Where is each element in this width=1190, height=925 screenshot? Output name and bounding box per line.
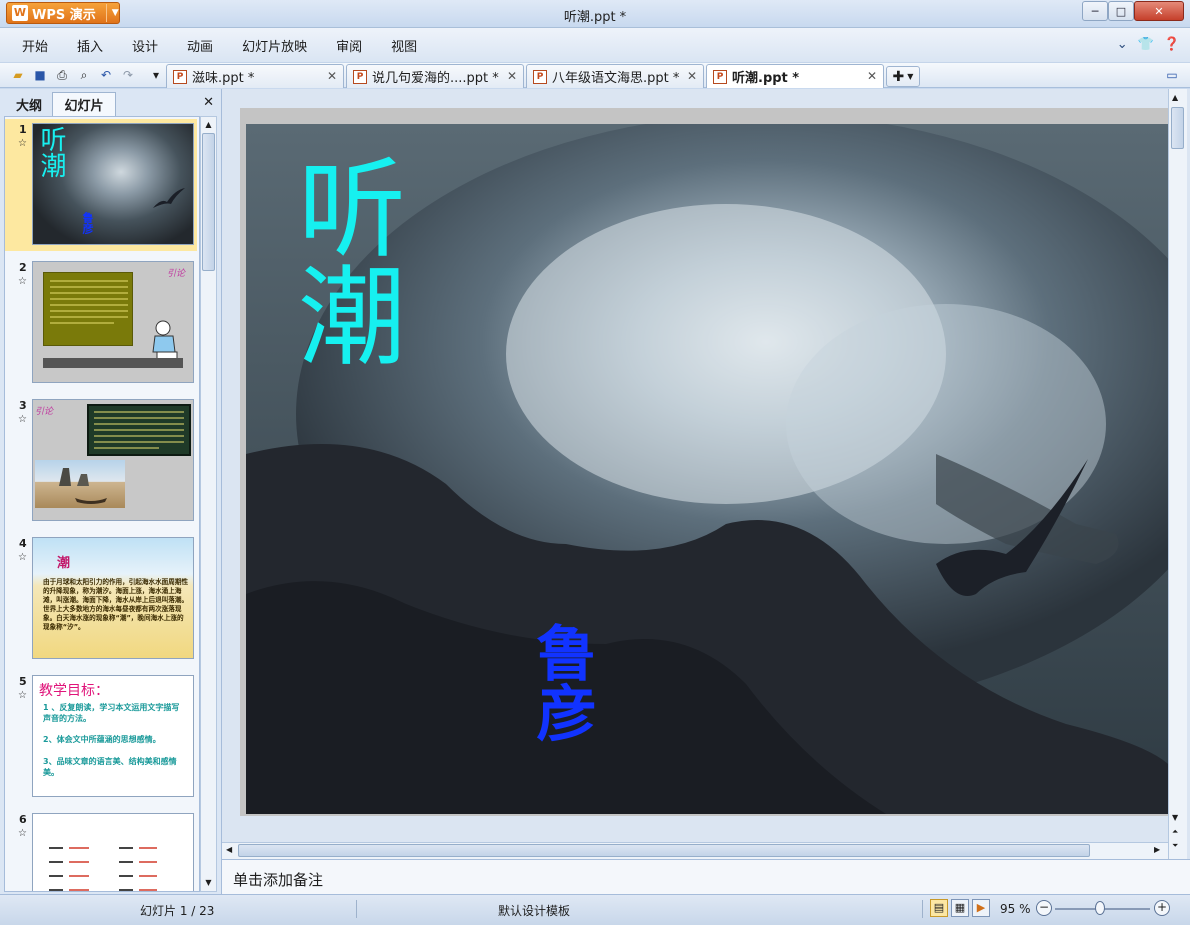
thumb-body-text: 由于月球和太阳引力的作用，引起海水水面周期性的升降现象，称为潮汐。海面上涨，海水… — [43, 578, 189, 631]
undo-icon[interactable]: ↶ — [98, 67, 114, 83]
close-pane-icon[interactable]: ✕ — [203, 95, 214, 110]
open-folder-icon[interactable]: ▰ — [10, 67, 26, 83]
zoom-slider-thumb[interactable] — [1095, 901, 1105, 915]
ppt-file-icon: P — [353, 69, 367, 84]
close-tab-icon[interactable]: ✕ — [867, 69, 877, 83]
ribbon-collapse-icon[interactable]: ⌄ — [1117, 37, 1128, 52]
slide-thumbnail-6[interactable]: 6 ☆ — [5, 809, 197, 891]
menu-animation[interactable]: 动画 — [175, 36, 230, 55]
thumb-item: 3、品味文章的语言美、结构美和感情美。 — [43, 757, 177, 777]
thumb-tag: 引论 — [35, 407, 54, 417]
animation-star-icon: ☆ — [18, 552, 27, 563]
zoom-out-icon[interactable]: − — [1036, 900, 1052, 916]
slideshow-view-icon[interactable]: ▶ — [972, 899, 990, 917]
slide-thumbnail-4[interactable]: 4 ☆ 潮 由于月球和太阳引力的作用，引起海水水面周期性的升降现象，称为潮汐。海… — [5, 533, 197, 665]
doc-tab-3[interactable]: P 八年级语文海思.ppt * ✕ — [526, 64, 704, 88]
slide-thumbnail-1[interactable]: 1 ☆ 听潮 鲁彦 — [5, 119, 197, 251]
tab-outline[interactable]: 大纲 — [6, 92, 52, 116]
save-icon[interactable]: ■ — [32, 67, 48, 83]
menu-design[interactable]: 设计 — [120, 36, 175, 55]
slide-title[interactable]: 听潮 — [280, 152, 408, 368]
doc-tab-2[interactable]: P 说几句爱海的....ppt * ✕ — [346, 64, 524, 88]
next-slide-icon[interactable]: ⏷ — [1172, 841, 1178, 851]
slide-sorter-view-icon[interactable]: ▦ — [951, 899, 969, 917]
design-template-label: 默认设计模板 — [498, 904, 571, 918]
animation-star-icon: ☆ — [18, 138, 27, 149]
slide-thumbnail-3[interactable]: 3 ☆ 引论 — [5, 395, 197, 527]
menu-home[interactable]: 开始 — [10, 36, 65, 55]
slide-vertical-scrollbar[interactable]: ▲ ▼ ⏶ ⏷ — [1168, 89, 1187, 859]
quick-access-toolbar: ▰ ■ ⎙ ⌕ ↶ ↷ ▾ P 滋味.ppt * ✕ P 说几句爱海的....p… — [0, 62, 1190, 88]
menu-insert[interactable]: 插入 — [65, 36, 120, 55]
redo-icon[interactable]: ↷ — [120, 67, 136, 83]
help-icon[interactable]: ❓ — [1164, 37, 1180, 52]
print-icon[interactable]: ⎙ — [54, 67, 70, 83]
scrollbar-thumb[interactable] — [238, 844, 1090, 857]
menu-view[interactable]: 视图 — [379, 36, 434, 55]
menu-bar: 开始 插入 设计 动画 幻灯片放映 审阅 视图 — [0, 28, 1190, 62]
animation-star-icon: ☆ — [18, 414, 27, 425]
animation-star-icon: ☆ — [18, 690, 27, 701]
thumb-text-block — [43, 272, 133, 346]
slide-thumbnail-list: 1 ☆ 听潮 鲁彦 2 ☆ 引论 3 ☆ 引论 4 ☆ 潮 由于月球和太阳引力的… — [4, 116, 200, 892]
minimize-button[interactable]: ─ — [1082, 1, 1108, 21]
window-title: 听潮.ppt * — [563, 10, 627, 25]
scroll-left-icon[interactable]: ◀ — [226, 845, 232, 854]
thumb-item: 2、体会文中所蕴涵的思想感情。 — [43, 735, 161, 744]
scroll-up-icon[interactable]: ▲ — [202, 118, 215, 132]
slide-author[interactable]: 鲁彦 — [526, 622, 596, 742]
scrollbar-thumb[interactable] — [1171, 107, 1184, 149]
thumb-tag: 引论 — [166, 269, 185, 279]
thumb-item: 1 、反复朗读，学习本文运用文字描写声音的方法。 — [43, 703, 180, 723]
scroll-right-icon[interactable]: ▶ — [1154, 845, 1160, 854]
beach-photo — [35, 460, 125, 508]
previous-slide-icon[interactable]: ⏶ — [1172, 827, 1178, 837]
doc-tab-1[interactable]: P 滋味.ppt * ✕ — [166, 64, 344, 88]
tab-slides[interactable]: 幻灯片 — [52, 92, 116, 116]
print-preview-icon[interactable]: ⌕ — [76, 67, 92, 83]
thumbnail-scrollbar[interactable]: ▲ ▼ — [200, 116, 217, 892]
thumb-title: 听潮 — [36, 126, 66, 178]
ppt-file-icon: P — [173, 69, 187, 84]
maximize-button[interactable]: □ — [1108, 1, 1134, 21]
new-tab-button[interactable]: ✚ ▼ — [886, 66, 920, 87]
thumb-text-block — [87, 404, 191, 456]
close-tab-icon[interactable]: ✕ — [687, 69, 697, 83]
scroll-down-icon[interactable]: ▼ — [202, 876, 215, 890]
window-layout-icon[interactable]: ▭ — [1164, 67, 1180, 83]
ppt-file-icon: P — [533, 69, 547, 84]
scrollbar-thumb[interactable] — [202, 133, 215, 271]
scroll-down-icon[interactable]: ▼ — [1172, 813, 1178, 822]
doc-tab-active[interactable]: P 听潮.ppt * ✕ — [706, 64, 884, 88]
slide-thumbnail-5[interactable]: 5 ☆ 教学目标： 1 、反复朗读，学习本文运用文字描写声音的方法。 2、体会文… — [5, 671, 197, 803]
close-tab-icon[interactable]: ✕ — [507, 69, 517, 83]
slide-thumbnail-2[interactable]: 2 ☆ 引论 — [5, 257, 197, 389]
seagull-icon — [153, 188, 185, 208]
thumb-title: 潮 — [57, 556, 71, 571]
customize-toolbar-icon[interactable]: ▾ — [148, 67, 164, 83]
slide-horizontal-scrollbar[interactable]: ◀ ▶ — [222, 842, 1168, 859]
zoom-in-icon[interactable]: + — [1154, 900, 1170, 916]
animation-star-icon: ☆ — [18, 828, 27, 839]
animation-star-icon: ☆ — [18, 276, 27, 287]
zoom-level: 95 % — [1000, 902, 1031, 916]
status-bar: 幻灯片 1 / 23 默认设计模板 ▤ ▦ ▶ 95 % − + — [0, 894, 1190, 925]
skin-shirt-icon[interactable]: 👕 — [1138, 37, 1154, 52]
thumb-title: 教学目标： — [39, 683, 109, 699]
slide-canvas[interactable]: 听潮 鲁彦 — [246, 124, 1168, 814]
notes-pane[interactable]: 单击添加备注 — [222, 859, 1190, 894]
ppt-file-icon: P — [713, 69, 727, 84]
thumb-vocab-lines — [49, 847, 157, 891]
close-window-button[interactable]: ✕ — [1134, 1, 1184, 21]
menu-slideshow[interactable]: 幻灯片放映 — [230, 36, 324, 55]
normal-view-icon[interactable]: ▤ — [930, 899, 948, 917]
slide-counter: 幻灯片 1 / 23 — [140, 904, 215, 918]
thumb-author: 鲁彦 — [81, 212, 94, 234]
scroll-up-icon[interactable]: ▲ — [1172, 93, 1178, 102]
chevron-down-icon: ▼ — [907, 72, 914, 81]
menu-review[interactable]: 审阅 — [324, 36, 379, 55]
close-tab-icon[interactable]: ✕ — [327, 69, 337, 83]
plus-icon: ✚ — [892, 68, 905, 85]
